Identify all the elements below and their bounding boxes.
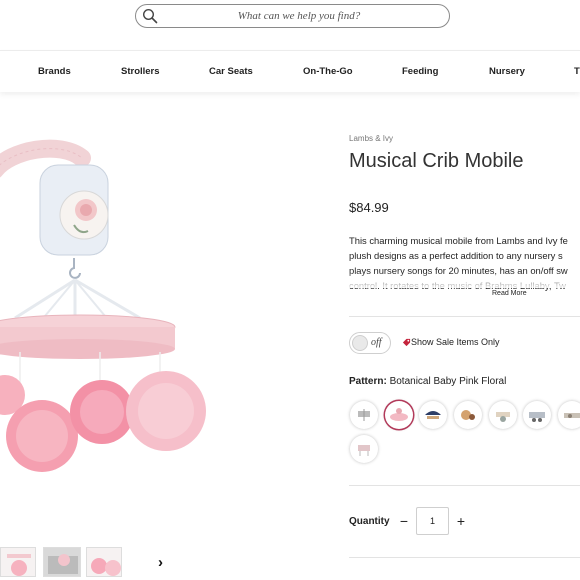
- pattern-swatch[interactable]: [454, 401, 482, 429]
- sale-tag-icon: [402, 338, 411, 347]
- pattern-swatch[interactable]: [419, 401, 447, 429]
- description-fade: [349, 272, 580, 288]
- nav-item-nursery[interactable]: Nursery: [489, 66, 525, 77]
- thumbnail-image[interactable]: [86, 547, 122, 577]
- pattern-swatch[interactable]: [523, 401, 551, 429]
- product-price: $84.99: [349, 200, 389, 215]
- description-line: This charming musical mobile from Lambs …: [349, 235, 568, 246]
- search-icon[interactable]: [142, 8, 158, 24]
- divider: [349, 485, 580, 486]
- thumbnail-next-icon[interactable]: ›: [158, 555, 172, 571]
- toggle-state-label: off: [371, 337, 382, 348]
- pattern-label: Pattern:: [349, 376, 387, 387]
- pattern-swatch-selected[interactable]: [385, 401, 413, 429]
- nav-item-feeding[interactable]: Feeding: [402, 66, 438, 77]
- quantity-increase-button[interactable]: +: [454, 512, 468, 530]
- pattern-selection: Pattern: Botanical Baby Pink Floral: [349, 376, 506, 387]
- divider: [349, 557, 580, 558]
- pattern-swatch[interactable]: [350, 401, 378, 429]
- product-title: Musical Crib Mobile: [349, 150, 524, 172]
- sale-items-toggle[interactable]: off: [349, 332, 391, 354]
- product-main-image[interactable]: [0, 100, 330, 540]
- divider: [349, 316, 580, 317]
- pattern-swatch[interactable]: [350, 435, 378, 463]
- pattern-swatch[interactable]: [558, 401, 580, 429]
- quantity-label: Quantity: [349, 516, 390, 527]
- main-nav: Brands Strollers Car Seats On-The-Go Fee…: [0, 50, 580, 92]
- thumbnail-image[interactable]: [43, 547, 81, 577]
- read-more-link[interactable]: Read More: [492, 290, 527, 297]
- search-bar[interactable]: [135, 4, 450, 28]
- search-input[interactable]: [164, 6, 434, 26]
- nav-item-brands[interactable]: Brands: [38, 66, 71, 77]
- sale-items-label[interactable]: Show Sale Items Only: [411, 337, 500, 347]
- pattern-swatch[interactable]: [489, 401, 517, 429]
- quantity-decrease-button[interactable]: −: [397, 512, 411, 530]
- description-line: plush designs as a perfect addition to a…: [349, 250, 563, 261]
- nav-item-strollers[interactable]: Strollers: [121, 66, 160, 77]
- quantity-input[interactable]: [416, 507, 449, 535]
- nav-item-truncated[interactable]: T: [574, 66, 580, 77]
- nav-item-on-the-go[interactable]: On-The-Go: [303, 66, 353, 77]
- pattern-value: Botanical Baby Pink Floral: [389, 376, 507, 387]
- toggle-knob: [352, 335, 368, 351]
- site-header: [0, 0, 580, 50]
- product-brand[interactable]: Lambs & Ivy: [349, 134, 393, 143]
- nav-item-car-seats[interactable]: Car Seats: [209, 66, 253, 77]
- thumbnail-strip: ›: [0, 545, 330, 580]
- thumbnail-image[interactable]: [0, 547, 36, 577]
